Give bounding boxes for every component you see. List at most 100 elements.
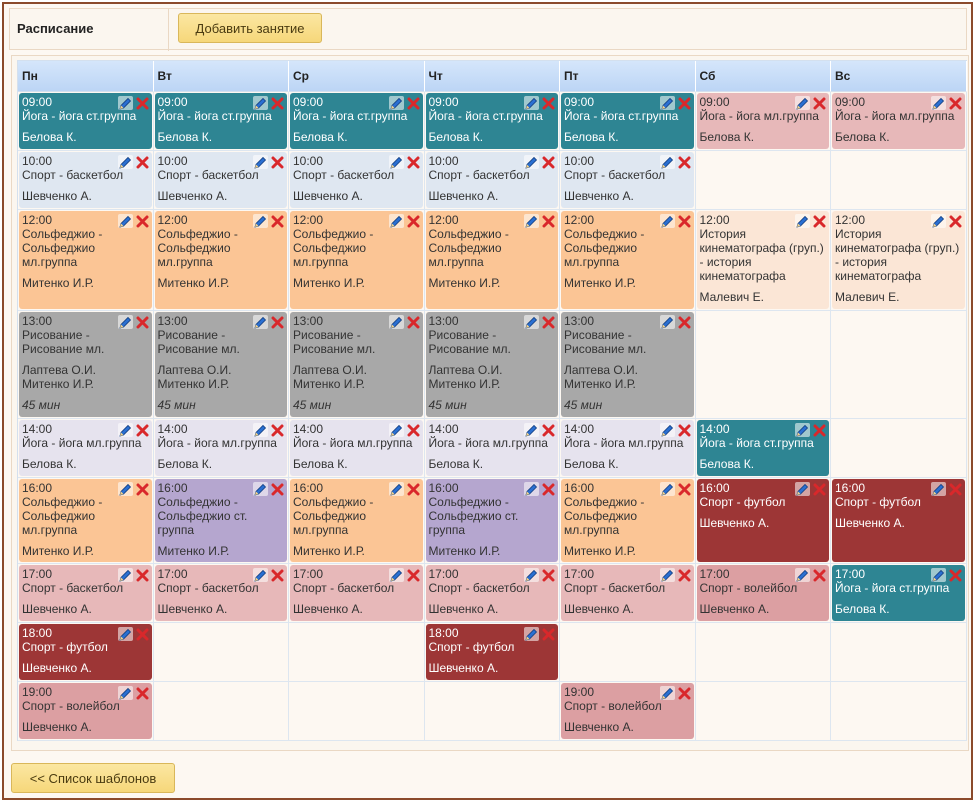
delete-x-icon[interactable] bbox=[677, 214, 692, 228]
delete-x-icon[interactable] bbox=[948, 482, 963, 496]
pencil-icon[interactable] bbox=[253, 96, 268, 110]
delete-x-icon[interactable] bbox=[541, 627, 556, 641]
delete-x-icon[interactable] bbox=[948, 214, 963, 228]
pencil-icon[interactable] bbox=[930, 214, 946, 228]
pencil-icon[interactable] bbox=[524, 627, 539, 641]
lesson-card[interactable]: 10:00 Спорт - баскетбол Шевченко А. bbox=[290, 152, 423, 208]
lesson-card[interactable]: 17:00 Спорт - баскетбол Шевченко А. bbox=[425, 565, 558, 621]
lesson-card[interactable]: 16:00 Сольфеджио - Сольфеджио мл.группа Ми… bbox=[561, 479, 694, 562]
pencil-icon[interactable] bbox=[117, 96, 133, 110]
delete-x-icon[interactable] bbox=[135, 315, 150, 329]
lesson-card[interactable]: 16:00 Сольфеджио - Сольфеджио ст. группа М… bbox=[154, 479, 287, 562]
lesson-card[interactable]: 09:00 Йога - йога ст.группа Белова К. bbox=[561, 93, 694, 149]
pencil-icon[interactable] bbox=[659, 686, 675, 700]
lesson-card[interactable]: 17:00 Спорт - баскетбол Шевченко А. bbox=[561, 565, 694, 621]
delete-x-icon[interactable] bbox=[406, 423, 421, 437]
pencil-icon[interactable] bbox=[795, 482, 810, 496]
pencil-icon[interactable] bbox=[388, 96, 404, 110]
delete-x-icon[interactable] bbox=[677, 686, 692, 700]
delete-x-icon[interactable] bbox=[677, 96, 692, 110]
lesson-card[interactable]: 14:00 Йога - йога мл.группа Белова К. bbox=[19, 420, 152, 476]
pencil-icon[interactable] bbox=[659, 482, 675, 496]
pencil-icon[interactable] bbox=[524, 315, 539, 329]
lesson-card[interactable]: 09:00 Йога - йога ст.группа Белова К. bbox=[290, 93, 423, 149]
pencil-icon[interactable] bbox=[117, 686, 133, 700]
pencil-icon[interactable] bbox=[795, 96, 810, 110]
lesson-card[interactable]: 13:00 Рисование - Рисование мл. Лаптева О.… bbox=[290, 312, 423, 417]
lesson-card[interactable]: 12:00 Сольфеджио - Сольфеджио мл.группа Ми… bbox=[154, 211, 287, 309]
lesson-card[interactable]: 12:00 История кинематографа (груп.) - ист… bbox=[696, 211, 829, 309]
delete-x-icon[interactable] bbox=[135, 482, 150, 496]
delete-x-icon[interactable] bbox=[270, 315, 285, 329]
delete-x-icon[interactable] bbox=[135, 627, 150, 641]
lesson-card[interactable]: 17:00 Спорт - баскетбол Шевченко А. bbox=[290, 565, 423, 621]
pencil-icon[interactable] bbox=[524, 423, 539, 437]
delete-x-icon[interactable] bbox=[270, 568, 285, 582]
pencil-icon[interactable] bbox=[253, 214, 268, 228]
pencil-icon[interactable] bbox=[524, 155, 539, 169]
delete-x-icon[interactable] bbox=[948, 96, 963, 110]
pencil-icon[interactable] bbox=[388, 568, 404, 582]
lesson-card[interactable]: 09:00 Йога - йога ст.группа Белова К. bbox=[425, 93, 558, 149]
delete-x-icon[interactable] bbox=[541, 482, 556, 496]
pencil-icon[interactable] bbox=[524, 568, 539, 582]
pencil-icon[interactable] bbox=[930, 482, 946, 496]
lesson-card[interactable]: 10:00 Спорт - баскетбол Шевченко А. bbox=[425, 152, 558, 208]
pencil-icon[interactable] bbox=[659, 568, 675, 582]
pencil-icon[interactable] bbox=[253, 568, 268, 582]
lesson-card[interactable]: 16:00 Сольфеджио - Сольфеджио мл.группа Ми… bbox=[290, 479, 423, 562]
pencil-icon[interactable] bbox=[795, 423, 810, 437]
delete-x-icon[interactable] bbox=[270, 214, 285, 228]
lesson-card[interactable]: 16:00 Сольфеджио - Сольфеджио мл.группа Ми… bbox=[19, 479, 152, 562]
templates-list-button[interactable]: << Список шаблонов bbox=[11, 763, 175, 793]
pencil-icon[interactable] bbox=[524, 96, 539, 110]
delete-x-icon[interactable] bbox=[135, 423, 150, 437]
delete-x-icon[interactable] bbox=[406, 568, 421, 582]
delete-x-icon[interactable] bbox=[270, 423, 285, 437]
pencil-icon[interactable] bbox=[117, 568, 133, 582]
pencil-icon[interactable] bbox=[253, 155, 268, 169]
pencil-icon[interactable] bbox=[659, 214, 675, 228]
delete-x-icon[interactable] bbox=[541, 214, 556, 228]
pencil-icon[interactable] bbox=[117, 482, 133, 496]
lesson-card[interactable]: 14:00 Йога - йога мл.группа Белова К. bbox=[561, 420, 694, 476]
pencil-icon[interactable] bbox=[388, 423, 404, 437]
delete-x-icon[interactable] bbox=[541, 96, 556, 110]
lesson-card[interactable]: 12:00 История кинематографа (груп.) - ист… bbox=[832, 211, 965, 309]
pencil-icon[interactable] bbox=[117, 315, 133, 329]
delete-x-icon[interactable] bbox=[812, 423, 827, 437]
delete-x-icon[interactable] bbox=[135, 96, 150, 110]
lesson-card[interactable]: 12:00 Сольфеджио - Сольфеджио мл.группа Ми… bbox=[290, 211, 423, 309]
pencil-icon[interactable] bbox=[388, 482, 404, 496]
pencil-icon[interactable] bbox=[524, 482, 539, 496]
lesson-card[interactable]: 14:00 Йога - йога мл.группа Белова К. bbox=[290, 420, 423, 476]
pencil-icon[interactable] bbox=[388, 155, 404, 169]
pencil-icon[interactable] bbox=[117, 423, 133, 437]
lesson-card[interactable]: 12:00 Сольфеджио - Сольфеджио мл.группа Ми… bbox=[561, 211, 694, 309]
delete-x-icon[interactable] bbox=[677, 423, 692, 437]
pencil-icon[interactable] bbox=[117, 155, 133, 169]
pencil-icon[interactable] bbox=[659, 96, 675, 110]
pencil-icon[interactable] bbox=[795, 568, 810, 582]
delete-x-icon[interactable] bbox=[406, 482, 421, 496]
pencil-icon[interactable] bbox=[388, 214, 404, 228]
lesson-card[interactable]: 14:00 Йога - йога мл.группа Белова К. bbox=[425, 420, 558, 476]
delete-x-icon[interactable] bbox=[135, 155, 150, 169]
delete-x-icon[interactable] bbox=[270, 155, 285, 169]
pencil-icon[interactable] bbox=[253, 315, 268, 329]
pencil-icon[interactable] bbox=[930, 568, 946, 582]
delete-x-icon[interactable] bbox=[677, 568, 692, 582]
lesson-card[interactable]: 17:00 Спорт - баскетбол Шевченко А. bbox=[19, 565, 152, 621]
lesson-card[interactable]: 16:00 Спорт - футбол Шевченко А. bbox=[696, 479, 829, 562]
pencil-icon[interactable] bbox=[659, 155, 675, 169]
lesson-card[interactable]: 18:00 Спорт - футбол Шевченко А. bbox=[425, 624, 558, 680]
lesson-card[interactable]: 16:00 Сольфеджио - Сольфеджио ст. группа М… bbox=[425, 479, 558, 562]
lesson-card[interactable]: 18:00 Спорт - футбол Шевченко А. bbox=[19, 624, 152, 680]
pencil-icon[interactable] bbox=[388, 315, 404, 329]
delete-x-icon[interactable] bbox=[677, 315, 692, 329]
pencil-icon[interactable] bbox=[117, 214, 133, 228]
lesson-card[interactable]: 13:00 Рисование - Рисование мл. Лаптева О.… bbox=[19, 312, 152, 417]
lesson-card[interactable]: 17:00 Спорт - баскетбол Шевченко А. bbox=[154, 565, 287, 621]
delete-x-icon[interactable] bbox=[812, 96, 827, 110]
pencil-icon[interactable] bbox=[659, 423, 675, 437]
